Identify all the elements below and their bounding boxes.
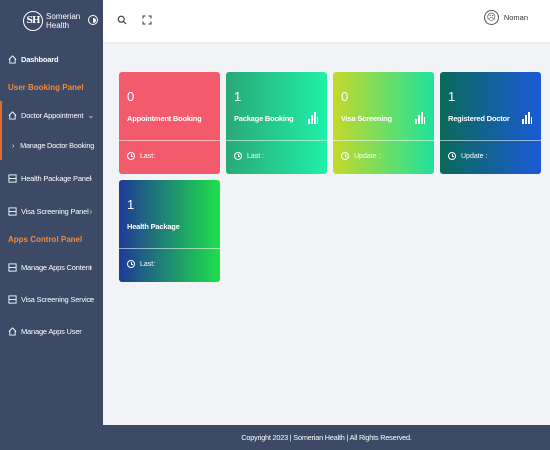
card-footer-text: Last: bbox=[140, 152, 156, 160]
card-divider bbox=[119, 140, 220, 141]
clock-icon bbox=[127, 260, 135, 268]
clock-icon bbox=[448, 152, 456, 160]
page-footer: Copyright 2023 | Somerian Health | All R… bbox=[103, 425, 550, 450]
stat-card[interactable]: 1 Health Package Last: bbox=[119, 180, 220, 282]
card-label: Package Booking bbox=[234, 114, 294, 123]
sidebar-toggle-icon[interactable] bbox=[88, 15, 98, 25]
stat-card[interactable]: 0 Visa Screening Update : bbox=[333, 72, 434, 174]
clock-icon bbox=[341, 152, 349, 160]
card-footer-text: Last: bbox=[140, 260, 156, 268]
fullscreen-icon[interactable] bbox=[142, 15, 153, 26]
sidebar-item-doctor-appointment[interactable]: Doctor Appointment ⌄ bbox=[0, 110, 103, 120]
card-footer-text: Last : bbox=[247, 152, 265, 160]
sidebar-item-label: Visa Screening Panel bbox=[21, 206, 89, 216]
sidebar-item-dashboard[interactable]: Dashboard bbox=[0, 54, 103, 64]
grid-icon bbox=[7, 294, 17, 304]
sidebar-item-health-package-panel[interactable]: Health Package Panel › bbox=[0, 173, 103, 183]
card-divider bbox=[119, 248, 220, 249]
section-title-apps-control: Apps Control Panel bbox=[8, 235, 83, 244]
stat-card[interactable]: 1 Registered Doctor Update : bbox=[440, 72, 541, 174]
card-footer-text: Update : bbox=[461, 152, 488, 160]
grid-icon bbox=[7, 262, 17, 272]
card-divider bbox=[226, 140, 327, 141]
card-footer: Update : bbox=[448, 152, 487, 160]
chevron-right-icon: › bbox=[89, 294, 93, 304]
chevron-down-icon: ⌄ bbox=[87, 110, 94, 120]
card-label: Health Package bbox=[127, 222, 180, 231]
brand-name-line1: Somerian bbox=[46, 12, 81, 21]
card-divider bbox=[333, 140, 434, 141]
brand-name-line2: Health bbox=[46, 21, 70, 30]
chevron-right-icon: › bbox=[89, 262, 93, 272]
sidebar-item-label: Dashboard bbox=[21, 54, 59, 64]
grid-icon bbox=[7, 173, 17, 183]
card-count: 1 bbox=[448, 89, 456, 104]
sidebar-item-label: Manage Doctor Booking bbox=[20, 141, 95, 150]
chevron-right-icon: › bbox=[89, 173, 93, 183]
stat-card[interactable]: 1 Package Booking Last : bbox=[226, 72, 327, 174]
home-icon bbox=[7, 326, 17, 336]
card-divider bbox=[440, 140, 541, 141]
sidebar-item-manage-apps-content[interactable]: Manage Apps Content › bbox=[0, 262, 103, 272]
stat-card[interactable]: 0 Appointment Booking Last: bbox=[119, 72, 220, 174]
card-footer-text: Update : bbox=[354, 152, 381, 160]
card-label: Visa Screening bbox=[341, 114, 392, 123]
sidebar-item-label: Doctor Appointment bbox=[21, 110, 84, 120]
sidebar: SH Somerian Health Dashboard User Bookin… bbox=[0, 0, 103, 450]
brand-name: Somerian Health bbox=[46, 12, 80, 30]
user-avatar-icon: ☹ bbox=[483, 10, 499, 25]
card-footer: Last : bbox=[234, 152, 264, 160]
card-label: Registered Doctor bbox=[448, 114, 510, 123]
home-icon bbox=[7, 54, 17, 64]
card-footer: Last: bbox=[127, 260, 155, 268]
clock-icon bbox=[234, 152, 242, 160]
card-count: 0 bbox=[127, 89, 135, 104]
search-icon[interactable] bbox=[117, 15, 128, 26]
chevron-right-icon: › bbox=[89, 206, 93, 216]
clock-icon bbox=[127, 152, 135, 160]
sidebar-item-label: Visa Screening Service bbox=[21, 294, 95, 304]
logo-mark: SH bbox=[23, 11, 43, 31]
card-count: 0 bbox=[341, 89, 349, 104]
bar-chart-icon bbox=[308, 110, 318, 124]
card-label: Appointment Booking bbox=[127, 114, 202, 123]
sidebar-item-manage-apps-user[interactable]: Manage Apps User bbox=[0, 326, 103, 336]
copyright-text: Copyright 2023 | Somerian Health | All R… bbox=[241, 433, 412, 442]
card-footer: Update : bbox=[341, 152, 380, 160]
section-title-user-booking: User Booking Panel bbox=[8, 83, 84, 92]
top-header: ☹ Noman bbox=[103, 0, 550, 42]
sidebar-subitem-manage-doctor-booking[interactable]: › Manage Doctor Booking bbox=[12, 141, 94, 150]
card-count: 1 bbox=[127, 197, 135, 212]
chevron-right-icon: › bbox=[12, 141, 15, 150]
user-menu[interactable]: ☹ Noman bbox=[483, 10, 528, 25]
sidebar-item-visa-screening-service[interactable]: Visa Screening Service › bbox=[0, 294, 103, 304]
sidebar-item-label: Health Package Panel bbox=[21, 173, 92, 183]
sidebar-item-visa-screening-panel[interactable]: Visa Screening Panel › bbox=[0, 206, 103, 216]
card-footer: Last: bbox=[127, 152, 155, 160]
user-name: Noman bbox=[503, 13, 528, 22]
bar-chart-icon bbox=[522, 110, 532, 124]
bar-chart-icon bbox=[415, 110, 425, 124]
sidebar-item-label: Manage Apps Content bbox=[21, 262, 92, 272]
grid-icon bbox=[7, 206, 17, 216]
sidebar-item-label: Manage Apps User bbox=[21, 326, 82, 336]
home-icon bbox=[7, 110, 17, 120]
card-count: 1 bbox=[234, 89, 242, 104]
